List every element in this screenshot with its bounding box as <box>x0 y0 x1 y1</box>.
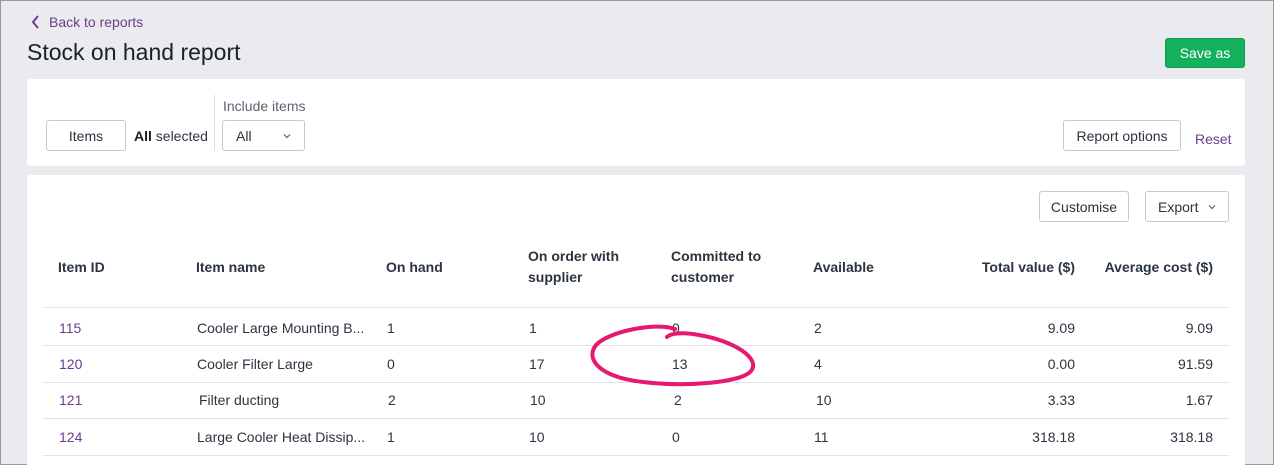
page-title: Stock on hand report <box>27 39 241 65</box>
item-id-link[interactable]: 124 <box>59 428 82 446</box>
column-header-committed-line2: customer <box>671 269 735 285</box>
available-cell: 4 <box>814 356 822 372</box>
average-cost-cell: 318.18 <box>1170 429 1213 445</box>
column-header-on-order[interactable]: On order with supplier <box>528 246 619 288</box>
column-header-item-name[interactable]: Item name <box>196 257 265 278</box>
committed-cell: 0 <box>672 320 680 336</box>
export-button[interactable]: Export <box>1145 191 1229 222</box>
item-name-cell: Large Cooler Heat Dissip... <box>197 429 366 445</box>
items-button[interactable]: Items <box>46 120 126 151</box>
on-order-cell: 10 <box>530 392 546 408</box>
available-cell: 11 <box>814 429 829 445</box>
average-cost-cell: 91.59 <box>1177 356 1213 372</box>
column-header-committed-line1: Committed to <box>671 248 762 264</box>
item-name-cell: Cooler Filter Large <box>197 356 313 372</box>
reset-link[interactable]: Reset <box>1195 131 1232 147</box>
report-options-button[interactable]: Report options <box>1063 120 1181 151</box>
total-value-cell: 3.33 <box>1047 392 1075 408</box>
average-cost-cell: 1.67 <box>1185 392 1213 408</box>
row-divider <box>43 418 1229 419</box>
available-cell: 10 <box>816 392 832 408</box>
committed-cell: 2 <box>674 392 682 408</box>
report-table-panel: Customise Export Item ID Item name On ha… <box>27 175 1245 465</box>
item-id-link[interactable]: 120 <box>59 355 82 373</box>
back-to-reports-link[interactable]: Back to reports <box>31 14 143 30</box>
column-header-average-cost[interactable]: Average cost ($) <box>1077 257 1213 278</box>
on-hand-cell: 1 <box>387 320 395 336</box>
on-order-cell: 10 <box>529 429 545 445</box>
chevron-left-icon <box>31 15 39 29</box>
chevron-down-icon <box>1208 205 1216 210</box>
row-divider <box>43 455 1229 456</box>
customise-button[interactable]: Customise <box>1039 191 1129 222</box>
include-items-value: All <box>236 127 252 144</box>
on-order-cell: 1 <box>529 320 537 336</box>
scrolled-partial-row <box>273 288 323 294</box>
chevron-down-icon <box>283 134 291 139</box>
on-hand-cell: 2 <box>388 392 396 408</box>
column-header-committed[interactable]: Committed to customer <box>671 246 761 288</box>
column-header-total-value[interactable]: Total value ($) <box>947 257 1075 278</box>
committed-cell: 13 <box>672 356 688 372</box>
save-as-button[interactable]: Save as <box>1165 38 1245 68</box>
average-cost-cell: 9.09 <box>1185 320 1213 336</box>
item-id-link[interactable]: 121 <box>59 391 82 409</box>
committed-cell: 0 <box>672 429 680 445</box>
available-cell: 2 <box>814 320 822 336</box>
row-divider <box>43 382 1229 383</box>
total-value-cell: 9.09 <box>1047 320 1075 336</box>
divider <box>214 95 215 151</box>
column-header-on-hand[interactable]: On hand <box>386 257 443 278</box>
column-header-item-id[interactable]: Item ID <box>58 257 105 278</box>
on-order-cell: 17 <box>529 356 545 372</box>
export-label: Export <box>1158 198 1199 215</box>
include-items-select[interactable]: All <box>222 120 305 151</box>
column-header-on-order-line1: On order with <box>528 248 619 264</box>
total-value-cell: 318.18 <box>1032 429 1075 445</box>
back-link-label: Back to reports <box>49 14 144 30</box>
selected-text: selected <box>155 128 208 144</box>
filter-panel: Items All selected Include items All Rep… <box>27 79 1245 166</box>
total-value-cell: 0.00 <box>1047 356 1075 372</box>
item-id-link[interactable]: 115 <box>59 319 81 337</box>
all-bold-text: All <box>134 128 152 144</box>
item-name-cell: Filter ducting <box>199 392 280 408</box>
on-hand-cell: 1 <box>387 429 395 445</box>
on-hand-cell: 0 <box>387 356 395 372</box>
header-divider <box>43 307 1229 308</box>
column-header-on-order-line2: supplier <box>528 269 583 285</box>
row-divider <box>43 345 1229 346</box>
include-items-label: Include items <box>223 98 306 114</box>
column-header-available[interactable]: Available <box>813 257 874 278</box>
item-name-cell: Cooler Large Mounting B... <box>197 320 365 336</box>
items-selection-summary: All selected <box>134 128 208 144</box>
